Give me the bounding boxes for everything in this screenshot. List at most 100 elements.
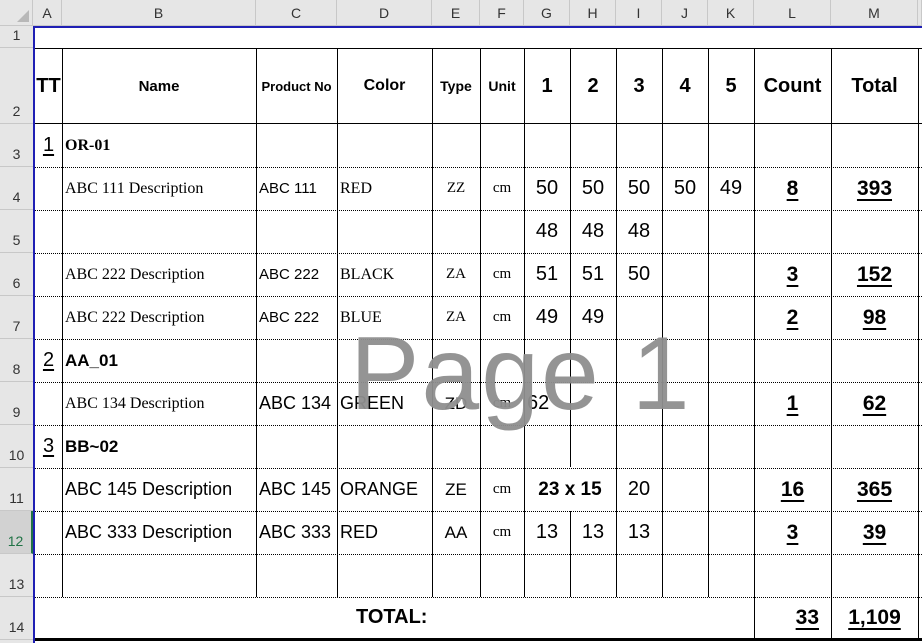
grand-total-count[interactable]: 33 bbox=[754, 597, 831, 638]
item-type[interactable]: ZD bbox=[432, 382, 480, 425]
measure-3[interactable]: 13 bbox=[616, 511, 662, 554]
item-unit[interactable]: cm bbox=[480, 382, 524, 425]
column-header-d[interactable]: D bbox=[337, 0, 432, 26]
item-unit[interactable]: cm bbox=[480, 468, 524, 511]
group-index[interactable]: 3 bbox=[35, 425, 62, 468]
column-header-m[interactable]: M bbox=[831, 0, 918, 26]
measure-5[interactable]: 49 bbox=[708, 167, 754, 210]
item-type[interactable]: ZA bbox=[432, 296, 480, 339]
grid-line bbox=[708, 48, 709, 597]
item-color[interactable]: ORANGE bbox=[337, 468, 432, 511]
column-header-e[interactable]: E bbox=[432, 0, 480, 26]
row-header-4[interactable]: 4 bbox=[0, 167, 33, 210]
group-name[interactable]: BB~02 bbox=[62, 425, 256, 468]
row-header-9[interactable]: 9 bbox=[0, 382, 33, 425]
item-total[interactable]: 393 bbox=[831, 167, 918, 210]
measure-2[interactable]: 51 bbox=[570, 253, 616, 296]
measure-1[interactable]: 48 bbox=[524, 210, 570, 253]
item-total[interactable]: 365 bbox=[831, 468, 918, 511]
item-name[interactable]: ABC 111 Description bbox=[62, 167, 256, 210]
column-header-c[interactable]: C bbox=[256, 0, 337, 26]
item-type[interactable]: ZE bbox=[432, 468, 480, 511]
row-header-6[interactable]: 6 bbox=[0, 253, 33, 296]
item-name[interactable]: ABC 134 Description bbox=[62, 382, 256, 425]
item-count[interactable]: 8 bbox=[754, 167, 831, 210]
group-name[interactable]: OR-01 bbox=[62, 124, 256, 167]
grand-total-sum[interactable]: 1,109 bbox=[831, 597, 918, 638]
column-header-k[interactable]: K bbox=[708, 0, 754, 26]
item-name[interactable]: ABC 145 Description bbox=[62, 468, 256, 511]
row-header-8[interactable]: 8 bbox=[0, 339, 33, 382]
item-product-no[interactable]: ABC 145 bbox=[256, 468, 337, 511]
select-all-corner[interactable] bbox=[0, 0, 33, 26]
item-product-no[interactable]: ABC 222 bbox=[256, 296, 337, 339]
item-count[interactable]: 16 bbox=[754, 468, 831, 511]
column-header-g[interactable]: G bbox=[524, 0, 570, 26]
header-color: Color bbox=[363, 77, 406, 94]
row-header-10[interactable]: 10 bbox=[0, 425, 33, 468]
item-color[interactable]: GREEN bbox=[337, 382, 432, 425]
item-product-no[interactable]: ABC 222 bbox=[256, 253, 337, 296]
measure-2[interactable]: 50 bbox=[570, 167, 616, 210]
column-header-a[interactable]: A bbox=[33, 0, 62, 26]
column-header-h[interactable]: H bbox=[570, 0, 616, 26]
item-total[interactable]: 152 bbox=[831, 253, 918, 296]
column-header-l[interactable]: L bbox=[754, 0, 831, 26]
item-product-no[interactable]: ABC 333 bbox=[256, 511, 337, 554]
measure-3[interactable]: 20 bbox=[616, 468, 662, 511]
row-header-2[interactable]: 2 bbox=[0, 48, 33, 124]
item-count[interactable]: 1 bbox=[754, 382, 831, 425]
measure-2[interactable]: 13 bbox=[570, 511, 616, 554]
measure-1[interactable]: 13 bbox=[524, 511, 570, 554]
row-header-13[interactable]: 13 bbox=[0, 554, 33, 597]
item-product-no[interactable]: ABC 111 bbox=[256, 167, 337, 210]
measure-3[interactable]: 50 bbox=[616, 253, 662, 296]
column-header-j[interactable]: J bbox=[662, 0, 708, 26]
measure-1[interactable]: 49 bbox=[524, 296, 570, 339]
item-count[interactable]: 3 bbox=[754, 253, 831, 296]
group-name[interactable]: AA_01 bbox=[62, 339, 256, 382]
item-type[interactable]: ZA bbox=[432, 253, 480, 296]
item-name[interactable]: ABC 222 Description bbox=[62, 296, 256, 339]
row-header-3[interactable]: 3 bbox=[0, 124, 33, 167]
item-unit[interactable]: cm bbox=[480, 511, 524, 554]
item-type[interactable]: ZZ bbox=[432, 167, 480, 210]
item-color[interactable]: BLACK bbox=[337, 253, 432, 296]
measure-1[interactable]: 50 bbox=[524, 167, 570, 210]
item-product-no[interactable]: ABC 134 bbox=[256, 382, 337, 425]
measure-1-2-merged[interactable]: 23 x 15 bbox=[524, 468, 616, 511]
item-color[interactable]: RED bbox=[337, 511, 432, 554]
measure-1[interactable]: 51 bbox=[524, 253, 570, 296]
group-index[interactable]: 2 bbox=[35, 339, 62, 382]
row-header-1[interactable]: 1 bbox=[0, 26, 33, 48]
measure-4[interactable]: 50 bbox=[662, 167, 708, 210]
item-type[interactable]: AA bbox=[432, 511, 480, 554]
item-unit[interactable]: cm bbox=[480, 296, 524, 339]
item-color[interactable]: BLUE bbox=[337, 296, 432, 339]
measure-1[interactable]: 62 bbox=[524, 382, 570, 425]
row-header-12-selected[interactable]: 12 bbox=[0, 511, 33, 554]
item-unit[interactable]: cm bbox=[480, 253, 524, 296]
column-header-b[interactable]: B bbox=[62, 0, 256, 26]
column-header-n[interactable] bbox=[918, 0, 922, 26]
item-name[interactable]: ABC 222 Description bbox=[62, 253, 256, 296]
measure-2[interactable]: 48 bbox=[570, 210, 616, 253]
item-name[interactable]: ABC 333 Description bbox=[62, 511, 256, 554]
group-index[interactable]: 1 bbox=[35, 124, 62, 167]
item-total[interactable]: 62 bbox=[831, 382, 918, 425]
row-header-11[interactable]: 11 bbox=[0, 468, 33, 511]
item-count[interactable]: 3 bbox=[754, 511, 831, 554]
item-total[interactable]: 98 bbox=[831, 296, 918, 339]
item-unit[interactable]: cm bbox=[480, 167, 524, 210]
column-header-i[interactable]: I bbox=[616, 0, 662, 26]
item-total[interactable]: 39 bbox=[831, 511, 918, 554]
row-header-5[interactable]: 5 bbox=[0, 210, 33, 253]
measure-3[interactable]: 48 bbox=[616, 210, 662, 253]
item-color[interactable]: RED bbox=[337, 167, 432, 210]
item-count[interactable]: 2 bbox=[754, 296, 831, 339]
measure-3[interactable]: 50 bbox=[616, 167, 662, 210]
row-header-14[interactable]: 14 bbox=[0, 597, 33, 640]
column-header-f[interactable]: F bbox=[480, 0, 524, 26]
row-header-7[interactable]: 7 bbox=[0, 296, 33, 339]
measure-2[interactable]: 49 bbox=[570, 296, 616, 339]
